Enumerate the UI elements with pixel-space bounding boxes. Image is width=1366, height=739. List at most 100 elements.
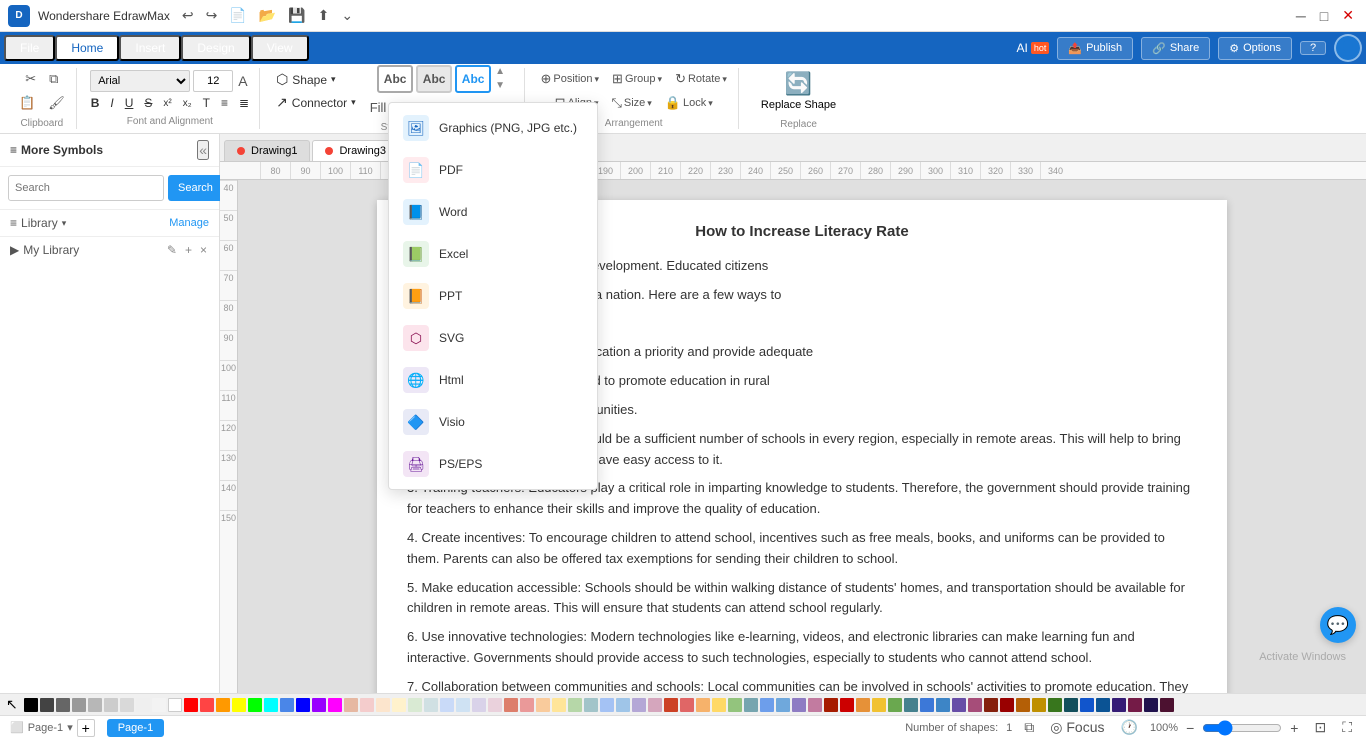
color-swatch[interactable] xyxy=(536,698,550,712)
color-swatch[interactable] xyxy=(568,698,582,712)
export-button[interactable]: ⬆ xyxy=(314,5,334,26)
color-swatch[interactable] xyxy=(440,698,454,712)
color-swatch[interactable] xyxy=(408,698,422,712)
style-scroll-down[interactable]: ▼ xyxy=(494,79,506,92)
panel-collapse-button[interactable]: « xyxy=(197,140,209,160)
color-swatch[interactable] xyxy=(200,698,214,712)
color-swatch[interactable] xyxy=(584,698,598,712)
save-button[interactable]: 💾 xyxy=(284,5,309,26)
ai-button[interactable]: AI hot xyxy=(1017,41,1050,55)
color-swatch[interactable] xyxy=(952,698,966,712)
format-paint-button[interactable]: 🖌 xyxy=(43,92,70,114)
superscript-button[interactable]: x² xyxy=(159,96,175,111)
share-button[interactable]: 🔗Share xyxy=(1141,37,1210,60)
rotate-button[interactable]: ↻Rotate▾ xyxy=(670,68,732,90)
color-swatch[interactable] xyxy=(856,698,870,712)
my-library-edit-button[interactable]: ✎ xyxy=(165,241,179,259)
color-swatch[interactable] xyxy=(872,698,886,712)
color-swatch[interactable] xyxy=(136,698,150,712)
position-button[interactable]: ⊕Position▾ xyxy=(535,68,604,90)
options-button[interactable]: ⚙Options xyxy=(1218,37,1292,60)
color-swatch[interactable] xyxy=(360,698,374,712)
color-swatch[interactable] xyxy=(936,698,950,712)
new-button[interactable]: 📄 xyxy=(225,5,250,26)
manage-link[interactable]: Manage xyxy=(169,217,209,229)
help-button[interactable]: ? xyxy=(1300,41,1326,55)
undo-button[interactable]: ↩ xyxy=(178,5,198,26)
color-swatch[interactable] xyxy=(1080,698,1094,712)
color-swatch[interactable] xyxy=(184,698,198,712)
more-button[interactable]: ⌄ xyxy=(337,5,357,26)
connector-button[interactable]: ↗ Connector ▾ xyxy=(270,92,362,113)
tab-drawing1[interactable]: Drawing1 xyxy=(224,140,310,161)
group-button[interactable]: ⊞Group▾ xyxy=(607,68,667,90)
menu-home[interactable]: Home xyxy=(55,35,119,61)
color-swatch[interactable] xyxy=(984,698,998,712)
page-add-button[interactable]: + xyxy=(77,719,95,737)
menu-design[interactable]: Design xyxy=(181,35,250,61)
color-swatch[interactable] xyxy=(552,698,566,712)
cut-button[interactable]: ✂ xyxy=(20,68,41,90)
export-word-item[interactable]: 📘 Word xyxy=(389,191,597,233)
color-swatch[interactable] xyxy=(88,698,102,712)
color-swatch[interactable] xyxy=(1160,698,1174,712)
color-swatch[interactable] xyxy=(760,698,774,712)
underline-button[interactable]: U xyxy=(121,94,138,112)
color-swatch[interactable] xyxy=(840,698,854,712)
color-swatch[interactable] xyxy=(664,698,678,712)
color-swatch[interactable] xyxy=(1016,698,1030,712)
page-tab-1[interactable]: Page-1 xyxy=(107,719,164,737)
color-swatch[interactable] xyxy=(1032,698,1046,712)
color-swatch[interactable] xyxy=(904,698,918,712)
color-swatch[interactable] xyxy=(824,698,838,712)
color-swatch[interactable] xyxy=(312,698,326,712)
color-swatch[interactable] xyxy=(120,698,134,712)
zoom-in-button[interactable]: + xyxy=(1286,718,1302,738)
color-swatch[interactable] xyxy=(152,698,166,712)
shape-button[interactable]: ⬡ Shape ▾ xyxy=(270,69,362,90)
color-swatch[interactable] xyxy=(1000,698,1014,712)
color-swatch[interactable] xyxy=(680,698,694,712)
color-swatch[interactable] xyxy=(1064,698,1078,712)
color-swatch[interactable] xyxy=(1112,698,1126,712)
color-swatch[interactable] xyxy=(232,698,246,712)
export-eps-item[interactable]: 🖨 PS/EPS xyxy=(389,443,597,485)
color-swatch[interactable] xyxy=(888,698,902,712)
style-scroll-up[interactable]: ▲ xyxy=(494,65,506,78)
color-swatch[interactable] xyxy=(296,698,310,712)
copy-button[interactable]: ⧉ xyxy=(44,68,63,90)
export-visio-item[interactable]: 🔷 Visio xyxy=(389,401,597,443)
export-html-item[interactable]: 🌐 Html xyxy=(389,359,597,401)
size-button[interactable]: ⤡Size▾ xyxy=(606,92,656,114)
color-swatch[interactable] xyxy=(616,698,630,712)
color-swatch[interactable] xyxy=(40,698,54,712)
my-library-label[interactable]: ▶ My Library xyxy=(10,243,79,257)
avatar[interactable]: 👤 xyxy=(1334,34,1362,62)
expand-button[interactable]: ⛶ xyxy=(1338,717,1356,738)
chatbot-button[interactable]: 💬 xyxy=(1320,607,1356,643)
font-family-select[interactable]: Arial xyxy=(90,70,190,92)
text-style-button[interactable]: T xyxy=(199,94,214,112)
my-library-close-button[interactable]: × xyxy=(198,241,209,259)
focus-button[interactable]: ◎ Focus xyxy=(1046,717,1108,738)
color-swatch[interactable] xyxy=(216,698,230,712)
color-swatch[interactable] xyxy=(920,698,934,712)
color-swatch[interactable] xyxy=(520,698,534,712)
color-swatch[interactable] xyxy=(968,698,982,712)
search-button[interactable]: Search xyxy=(168,175,223,201)
my-library-add-button[interactable]: + xyxy=(183,241,194,259)
menu-view[interactable]: View xyxy=(251,35,309,61)
color-swatch[interactable] xyxy=(1144,698,1158,712)
open-button[interactable]: 📂 xyxy=(255,5,280,26)
list-button[interactable]: ≣ xyxy=(235,94,253,112)
zoom-out-button[interactable]: − xyxy=(1182,718,1198,738)
color-swatch[interactable] xyxy=(72,698,86,712)
grow-font-button[interactable]: A xyxy=(236,71,249,91)
paragraph-button[interactable]: ≡ xyxy=(217,94,232,112)
color-swatch[interactable] xyxy=(248,698,262,712)
style-abc-1[interactable]: Abc xyxy=(377,65,413,93)
color-swatch[interactable] xyxy=(728,698,742,712)
color-swatch[interactable] xyxy=(456,698,470,712)
color-swatch[interactable] xyxy=(488,698,502,712)
color-swatch[interactable] xyxy=(344,698,358,712)
